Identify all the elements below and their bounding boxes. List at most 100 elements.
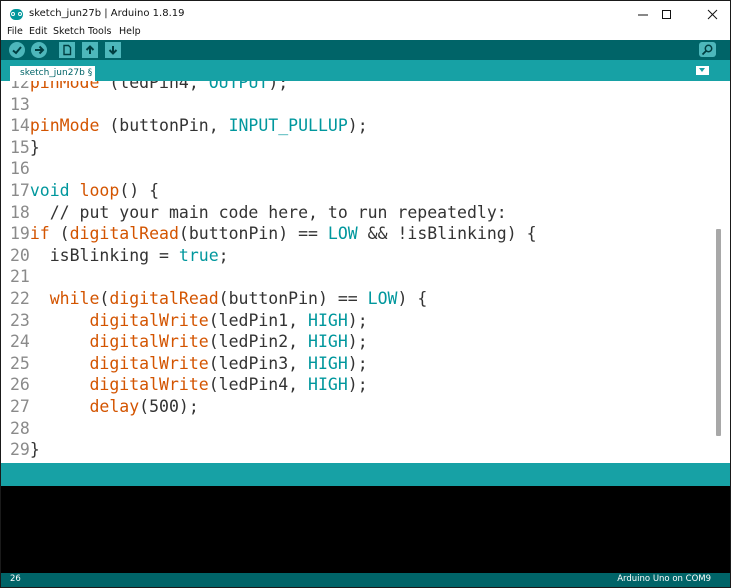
- open-sketch-button[interactable]: [82, 42, 98, 58]
- line-number: 29: [10, 440, 30, 460]
- code-token: );: [347, 375, 368, 395]
- checkmark-icon: [12, 46, 22, 55]
- close-button[interactable]: [690, 1, 730, 28]
- code-token: true: [178, 245, 219, 265]
- code-token: (buttonPin) ==: [178, 224, 328, 244]
- tab-menu-dropdown[interactable]: [696, 66, 709, 75]
- verify-button[interactable]: [9, 42, 25, 58]
- new-sketch-button[interactable]: [59, 42, 75, 58]
- code-token: (: [49, 224, 70, 244]
- line-number: 17: [10, 180, 30, 200]
- tab-bar: sketch_jun27b §: [1, 60, 730, 81]
- arrow-up-icon: [85, 45, 95, 54]
- code-token: ) {: [397, 288, 428, 308]
- code-token: digitalWrite: [89, 310, 209, 330]
- console-output: [1, 486, 730, 573]
- code-token: HIGH: [308, 353, 348, 373]
- code-token: INPUT_PULLUP: [228, 116, 348, 136]
- title-bar: sketch_jun27b | Arduino 1.8.19: [1, 1, 730, 28]
- toolbar: [1, 40, 730, 60]
- code-token: }: [29, 440, 40, 460]
- code-line[interactable]: 15}: [10, 137, 537, 159]
- code-line[interactable]: 29}: [10, 439, 537, 461]
- code-token: (ledPin3,: [208, 353, 309, 373]
- code-line[interactable]: 18 // put your main code here, to run re…: [10, 202, 537, 224]
- magnifier-icon: [701, 44, 713, 56]
- code-line[interactable]: 12pinMode (ledPin4, OUTPUT);: [10, 81, 537, 94]
- code-token: isBlinking =: [29, 245, 179, 265]
- code-line[interactable]: 27 delay(500);: [10, 396, 537, 418]
- arduino-ide-window: sketch_jun27b | Arduino 1.8.19 File Edit…: [0, 0, 731, 588]
- code-token: pinMode: [29, 81, 100, 92]
- code-token: HIGH: [308, 332, 348, 352]
- code-token: digitalWrite: [89, 375, 209, 395]
- code-token: (ledPin4,: [208, 375, 309, 395]
- code-line[interactable]: 22 while(digitalRead(buttonPin) == LOW) …: [10, 288, 537, 310]
- code-token: );: [347, 332, 368, 352]
- window-title: sketch_jun27b | Arduino 1.8.19: [29, 8, 185, 19]
- code-line[interactable]: 21: [10, 266, 537, 288]
- upload-button[interactable]: [31, 42, 47, 58]
- code-token: );: [268, 81, 289, 92]
- new-file-icon: [63, 44, 72, 56]
- line-number: 19: [10, 224, 30, 244]
- arduino-logo-icon: [10, 9, 23, 20]
- code-line[interactable]: 20 isBlinking = true;: [10, 245, 537, 267]
- code-line[interactable]: 24 digitalWrite(ledPin2, HIGH);: [10, 331, 537, 353]
- line-number: 23: [10, 310, 30, 330]
- menu-sketch[interactable]: Sketch: [53, 26, 85, 37]
- code-token: OUTPUT: [208, 81, 269, 92]
- line-number: 27: [10, 396, 30, 416]
- menu-tools[interactable]: Tools: [88, 26, 111, 37]
- line-number: 16: [10, 159, 30, 179]
- tab-sketch[interactable]: sketch_jun27b §: [10, 66, 95, 81]
- code-line[interactable]: 13: [10, 94, 537, 116]
- code-line[interactable]: 28: [10, 418, 537, 440]
- close-icon: [707, 9, 718, 20]
- maximize-button[interactable]: [644, 1, 690, 28]
- line-number: 12: [10, 81, 30, 92]
- code-token: LOW: [367, 288, 398, 308]
- footer-status-bar: 26 Arduino Uno on COM9: [1, 573, 730, 587]
- menu-bar: File Edit Sketch Tools Help: [1, 26, 730, 40]
- code-line[interactable]: 14pinMode (buttonPin, INPUT_PULLUP);: [10, 115, 537, 137]
- code-token: (buttonPin,: [99, 116, 229, 136]
- code-editor[interactable]: 12pinMode (ledPin4, OUTPUT); 13 14pinMode …: [1, 81, 730, 463]
- code-token: );: [347, 353, 368, 373]
- code-line[interactable]: 23 digitalWrite(ledPin1, HIGH);: [10, 310, 537, 332]
- code-line[interactable]: 19if (digitalRead(buttonPin) == LOW && !…: [10, 223, 537, 245]
- code-area[interactable]: 12pinMode (ledPin4, OUTPUT); 13 14pinMode …: [10, 81, 537, 461]
- code-token: (: [99, 288, 110, 308]
- line-number: 13: [10, 94, 30, 114]
- code-line[interactable]: 26 digitalWrite(ledPin4, HIGH);: [10, 374, 537, 396]
- menu-file[interactable]: File: [7, 26, 23, 37]
- code-token: HIGH: [308, 310, 348, 330]
- code-line[interactable]: 25 digitalWrite(ledPin3, HIGH);: [10, 353, 537, 375]
- line-number: 26: [10, 375, 30, 395]
- code-line[interactable]: 16: [10, 158, 537, 180]
- code-token: pinMode: [29, 116, 100, 136]
- code-token: () {: [119, 180, 160, 200]
- menu-help[interactable]: Help: [119, 26, 141, 37]
- line-number: 22: [10, 288, 30, 308]
- code-token: delay: [89, 396, 140, 416]
- save-sketch-button[interactable]: [105, 42, 121, 58]
- code-token: digitalWrite: [89, 353, 209, 373]
- code-token: digitalRead: [109, 288, 219, 308]
- code-token: LOW: [327, 224, 358, 244]
- code-token: && !isBlinking) {: [357, 224, 537, 244]
- vertical-scrollbar[interactable]: [716, 229, 721, 436]
- line-number: 14: [10, 116, 30, 136]
- code-token: (ledPin1,: [208, 310, 309, 330]
- line-number: 21: [10, 267, 30, 287]
- serial-monitor-button[interactable]: [699, 42, 716, 57]
- arrow-down-icon: [108, 46, 118, 55]
- code-line[interactable]: 17void loop() {: [10, 180, 537, 202]
- menu-edit[interactable]: Edit: [29, 26, 47, 37]
- code-token: (ledPin2,: [208, 332, 309, 352]
